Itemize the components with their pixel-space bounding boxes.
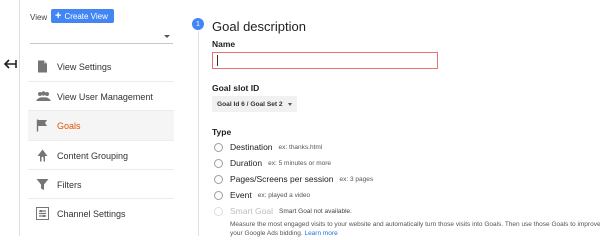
create-view-label: Create View [64,11,108,21]
flag-icon [36,119,49,132]
step-connector-line [197,31,199,236]
radio-button[interactable] [214,190,223,200]
type-option-example: ex: played a video [257,191,311,199]
filter-icon [36,178,49,191]
channel-settings-icon [36,207,49,220]
sidebar-item-channel-settings[interactable]: Channel Settings [28,199,174,228]
people-icon [36,90,51,103]
name-label: Name [212,39,236,49]
sidebar-item-label: Channel Settings [57,208,126,219]
type-option-example: Smart Goal not available. [279,207,352,215]
sidebar-item-goals[interactable]: Goals [28,111,174,140]
back-arrow-icon[interactable] [2,57,18,71]
step-number-badge: 1 [192,18,204,30]
view-select[interactable] [30,28,173,44]
document-icon [36,60,49,73]
type-option-example: ex: thanks.html [278,143,323,151]
smart-goal-description-text: Measure the most engaged visits to your … [230,221,600,237]
type-option-label: Smart Goal [230,206,273,216]
learn-more-link[interactable]: Learn more [304,230,337,237]
left-rail [0,0,20,236]
type-option-smart-goal: Smart Goal Smart Goal not available. [214,205,352,217]
text-cursor [217,55,218,66]
type-option-duration[interactable]: Duration ex: 5 minutes or more [214,157,331,169]
type-option-pages-per-session[interactable]: Pages/Screens per session ex: 3 pages [214,173,373,185]
radio-button [214,206,223,216]
sidebar-item-label: Goals [57,120,81,131]
sidebar-item-view-user-management[interactable]: View User Management [28,82,174,111]
plus-icon: + [55,10,62,22]
goal-name-input[interactable] [212,52,438,69]
sidebar-item-label: Filters [57,179,82,190]
sidebar-item-label: View Settings [57,61,112,72]
chevron-down-icon [164,35,170,38]
create-view-button[interactable]: + Create View [51,9,114,23]
view-label: View [30,13,48,22]
person-walking-icon [36,149,49,162]
type-option-label: Destination [230,142,273,152]
goal-slot-select[interactable]: Goal Id 6 / Goal Set 2 [212,96,297,112]
radio-button[interactable] [214,142,223,152]
smart-goal-description: Measure the most engaged visits to your … [230,220,600,238]
goal-slot-label: Goal slot ID [212,83,260,93]
type-option-label: Event [230,190,252,200]
chevron-down-icon [288,103,292,106]
section-title: Goal description [212,19,306,34]
type-option-label: Duration [230,158,263,168]
type-option-example: ex: 3 pages [339,175,374,183]
sidebar-item-view-settings[interactable]: View Settings [28,52,174,81]
type-option-destination[interactable]: Destination ex: thanks.html [214,141,322,153]
radio-button[interactable] [214,158,223,168]
radio-button[interactable] [214,174,223,184]
sidebar-item-label: Content Grouping [57,150,129,161]
type-label: Type [212,127,232,137]
type-option-example: ex: 5 minutes or more [268,159,331,167]
type-option-event[interactable]: Event ex: played a video [214,189,310,201]
goal-slot-value: Goal Id 6 / Goal Set 2 [217,100,283,108]
type-option-label: Pages/Screens per session [230,174,334,184]
sidebar-item-content-grouping[interactable]: Content Grouping [28,141,174,170]
sidebar-item-label: View User Management [57,91,153,102]
sidebar-item-filters[interactable]: Filters [28,170,174,199]
